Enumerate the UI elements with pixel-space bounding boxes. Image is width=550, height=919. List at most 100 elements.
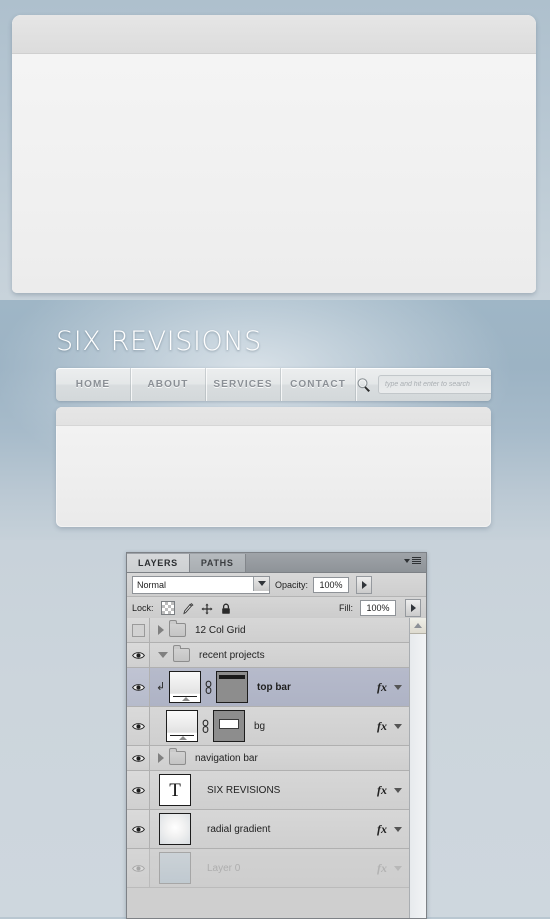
visibility-toggle-layer-0[interactable] (127, 849, 150, 887)
opacity-label: Opacity: (275, 579, 309, 590)
eye-icon (131, 864, 145, 873)
fill-label: Fill: (339, 603, 353, 613)
link-mask-icon[interactable] (201, 718, 210, 734)
visibility-toggle-radial-gradient[interactable] (127, 810, 150, 848)
top-content-box (12, 15, 536, 293)
scroll-up-button[interactable] (410, 618, 426, 634)
chevron-down-icon[interactable] (394, 723, 402, 729)
opacity-input[interactable]: 100% (313, 576, 350, 593)
layer-name: top bar (257, 681, 291, 693)
layer-name: navigation bar (195, 752, 258, 764)
chevron-down-icon (158, 652, 168, 658)
tab-layers[interactable]: LAYERS (127, 554, 190, 572)
layer-mask-thumbnail[interactable] (216, 671, 248, 703)
group-disclosure-12-col-grid[interactable] (150, 620, 186, 637)
layer-thumbnails-top-bar[interactable]: ↲ (150, 671, 248, 703)
visibility-toggle-navigation-bar[interactable] (127, 746, 150, 770)
nav-item-contact[interactable]: CONTACT (281, 368, 356, 401)
panel-menu-icon[interactable] (404, 557, 421, 564)
tab-paths[interactable]: PATHS (189, 554, 246, 572)
lock-position-icon[interactable] (201, 602, 213, 615)
fill-stepper[interactable] (405, 599, 421, 617)
visibility-toggle-bg[interactable] (127, 707, 150, 745)
layer-effects-layer-0[interactable]: fx (377, 861, 410, 876)
lock-transparency-icon[interactable] (160, 601, 175, 615)
blend-mode-row: Normal Opacity: 100% (127, 573, 426, 597)
layer-thumbnails-layer-0[interactable] (150, 852, 191, 884)
group-disclosure-navigation-bar[interactable] (150, 748, 186, 765)
layer-effects-radial-gradient[interactable]: fx (377, 822, 410, 837)
layer-thumbnails-bg[interactable] (150, 710, 245, 742)
layer-thumbnails-six-revisions[interactable]: T (150, 774, 191, 806)
lock-image-icon[interactable] (182, 602, 194, 615)
nav-item-services[interactable]: SERVICES (206, 368, 281, 401)
search-area (356, 368, 491, 401)
visibility-toggle-recent-projects[interactable] (127, 643, 150, 667)
layer-name: radial gradient (207, 823, 271, 835)
nav-item-about[interactable]: ABOUT (131, 368, 206, 401)
layer-row-six-revisions[interactable]: T SIX REVISIONS fx (127, 771, 410, 810)
layer-name: Layer 0 (207, 862, 241, 874)
scroll-up-arrow-icon (414, 623, 422, 628)
folder-icon (169, 748, 186, 765)
visibility-toggle-12-col-grid[interactable] (127, 618, 150, 642)
fx-icon[interactable]: fx (377, 680, 387, 695)
fx-icon[interactable]: fx (377, 861, 387, 876)
group-disclosure-recent-projects[interactable] (150, 645, 190, 662)
blend-mode-dropdown-arrow[interactable] (253, 576, 269, 591)
layer-thumbnails-radial-gradient[interactable] (150, 813, 191, 845)
chevron-right-icon (158, 753, 164, 763)
layer-row-navigation-bar[interactable]: navigation bar (127, 746, 410, 771)
blend-mode-select[interactable]: Normal (132, 575, 270, 594)
opacity-stepper[interactable] (356, 575, 373, 594)
layer-effects-six-revisions[interactable]: fx (377, 783, 410, 798)
layer-row-recent-projects[interactable]: recent projects (127, 643, 410, 668)
eye-icon (131, 786, 145, 795)
clipping-mask-icon: ↲ (156, 680, 166, 693)
chevron-down-icon[interactable] (394, 787, 402, 793)
chevron-down-icon[interactable] (394, 865, 402, 871)
panel-tabbar: LAYERS PATHS (127, 553, 426, 573)
top-content-box-body (12, 54, 536, 293)
eye-icon (131, 651, 145, 660)
text-layer-thumbnail[interactable]: T (159, 774, 191, 806)
link-mask-icon[interactable] (204, 679, 213, 695)
layer-name: bg (254, 720, 266, 732)
layer-thumbnail[interactable] (169, 671, 201, 703)
search-input[interactable] (378, 375, 491, 394)
visibility-toggle-six-revisions[interactable] (127, 771, 150, 809)
layer-row-layer-0[interactable]: Layer 0 fx (127, 849, 410, 888)
layer-name: recent projects (199, 649, 265, 661)
chevron-down-icon (404, 558, 410, 563)
layer-row-radial-gradient[interactable]: radial gradient fx (127, 810, 410, 849)
eye-icon (131, 722, 145, 731)
layer-list-scrollbar[interactable] (409, 618, 426, 918)
layer-name: SIX REVISIONS (207, 784, 281, 796)
fx-icon[interactable]: fx (377, 783, 387, 798)
lock-all-icon[interactable] (220, 602, 232, 614)
layer-thumbnail[interactable] (166, 710, 198, 742)
nav-item-home[interactable]: HOME (56, 368, 131, 401)
chevron-down-icon[interactable] (394, 826, 402, 832)
layer-effects-bg[interactable]: fx (377, 719, 410, 734)
chevron-down-icon[interactable] (394, 684, 402, 690)
fill-input[interactable]: 100% (360, 600, 396, 616)
layer-list[interactable]: 12 Col Grid recent projects ↲ top bar fx… (127, 618, 426, 918)
chevron-right-icon (410, 604, 416, 612)
visibility-toggle-top-bar[interactable] (127, 668, 150, 706)
layer-row-12-col-grid[interactable]: 12 Col Grid (127, 618, 410, 643)
layer-row-top-bar[interactable]: ↲ top bar fx (127, 668, 410, 707)
fx-icon[interactable]: fx (377, 822, 387, 837)
search-icon[interactable] (356, 377, 372, 393)
navigation-bar: HOME ABOUT SERVICES CONTACT (56, 368, 491, 401)
layer-thumbnail[interactable] (159, 852, 191, 884)
eye-icon (131, 825, 145, 834)
page-title: SIX REVISIONS (56, 326, 262, 357)
chevron-down-icon (257, 581, 266, 586)
layer-row-bg[interactable]: bg fx (127, 707, 410, 746)
layer-effects-top-bar[interactable]: fx (377, 680, 410, 695)
layer-mask-thumbnail[interactable] (213, 710, 245, 742)
layer-thumbnail[interactable] (159, 813, 191, 845)
hero-panel-header (56, 407, 491, 426)
fx-icon[interactable]: fx (377, 719, 387, 734)
